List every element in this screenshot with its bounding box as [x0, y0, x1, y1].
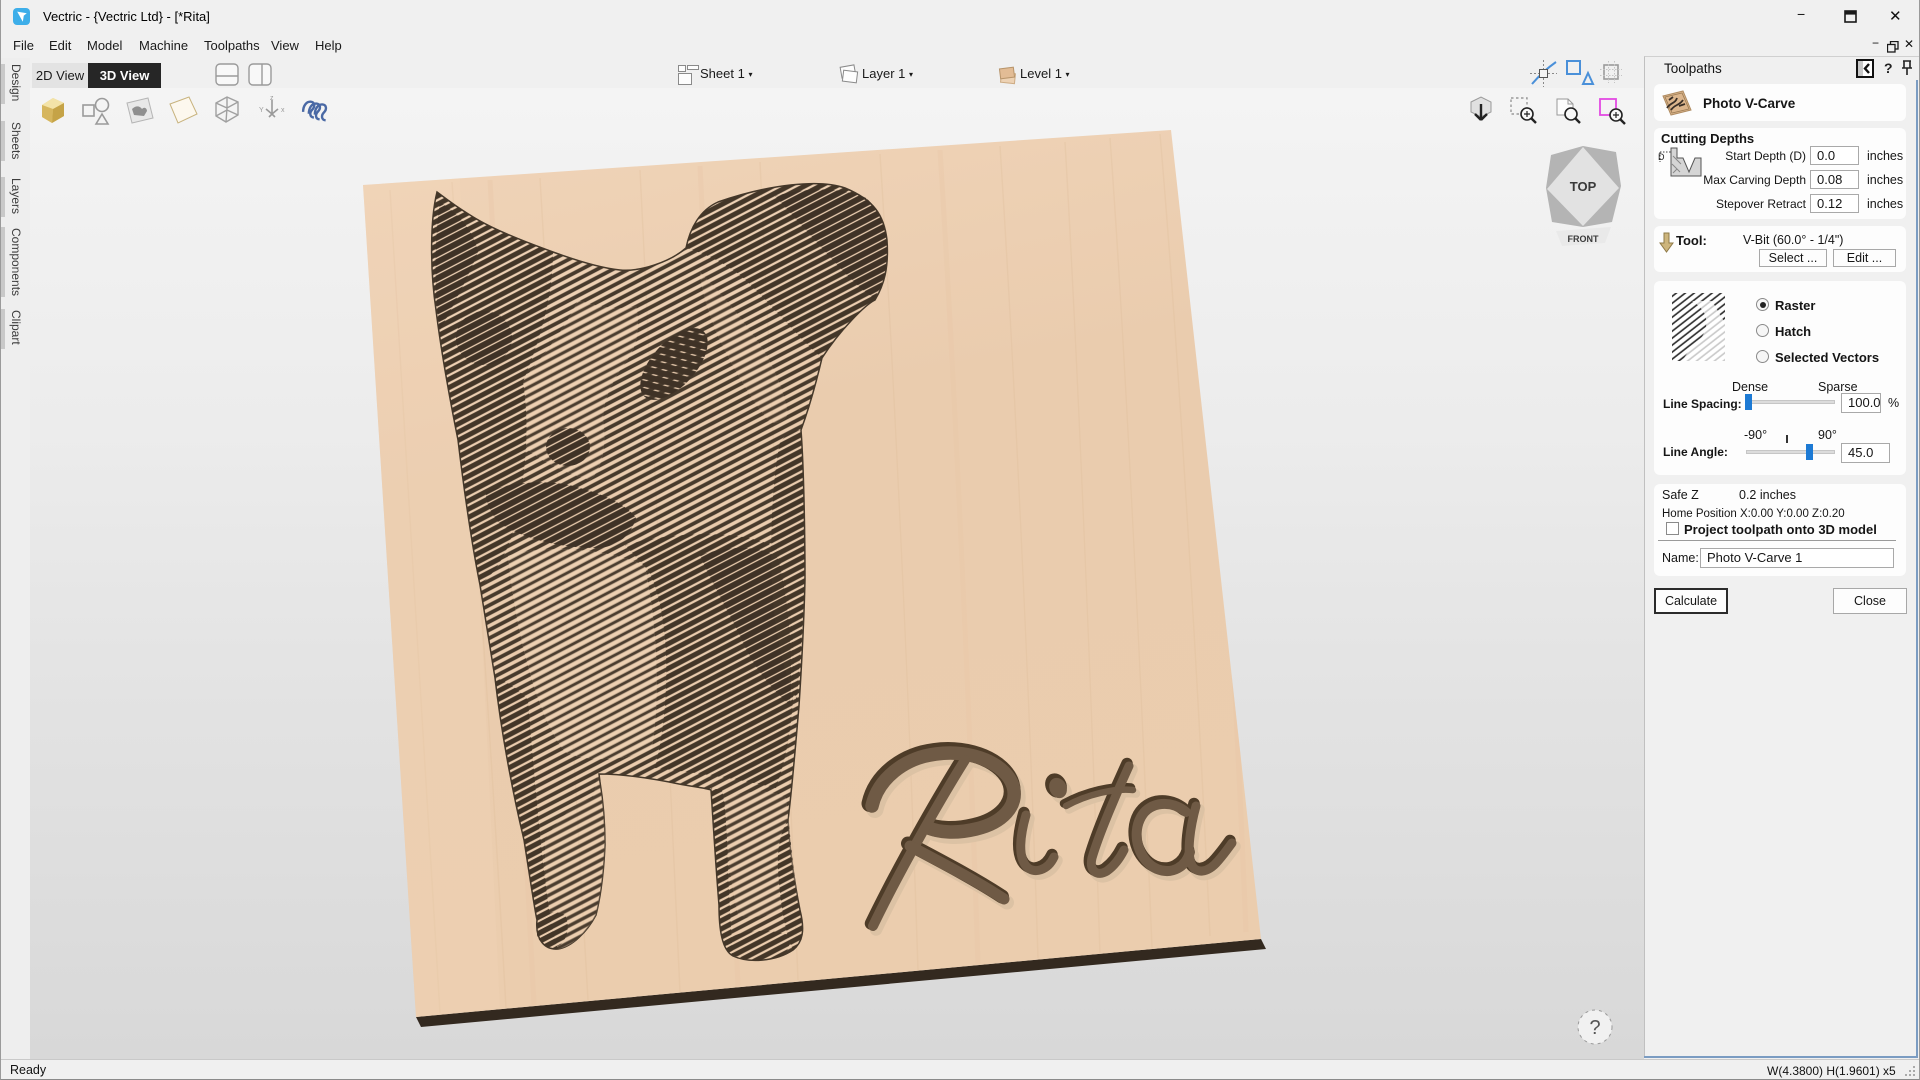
svg-text:z: z: [270, 95, 274, 102]
svg-text:TOP: TOP: [1570, 179, 1597, 194]
svg-text:Y: Y: [259, 107, 264, 114]
svg-text:?: ?: [1589, 1017, 1600, 1039]
svg-text:x: x: [281, 107, 285, 114]
svg-text:D: D: [1658, 152, 1665, 162]
svg-text:FRONT: FRONT: [1568, 234, 1599, 244]
